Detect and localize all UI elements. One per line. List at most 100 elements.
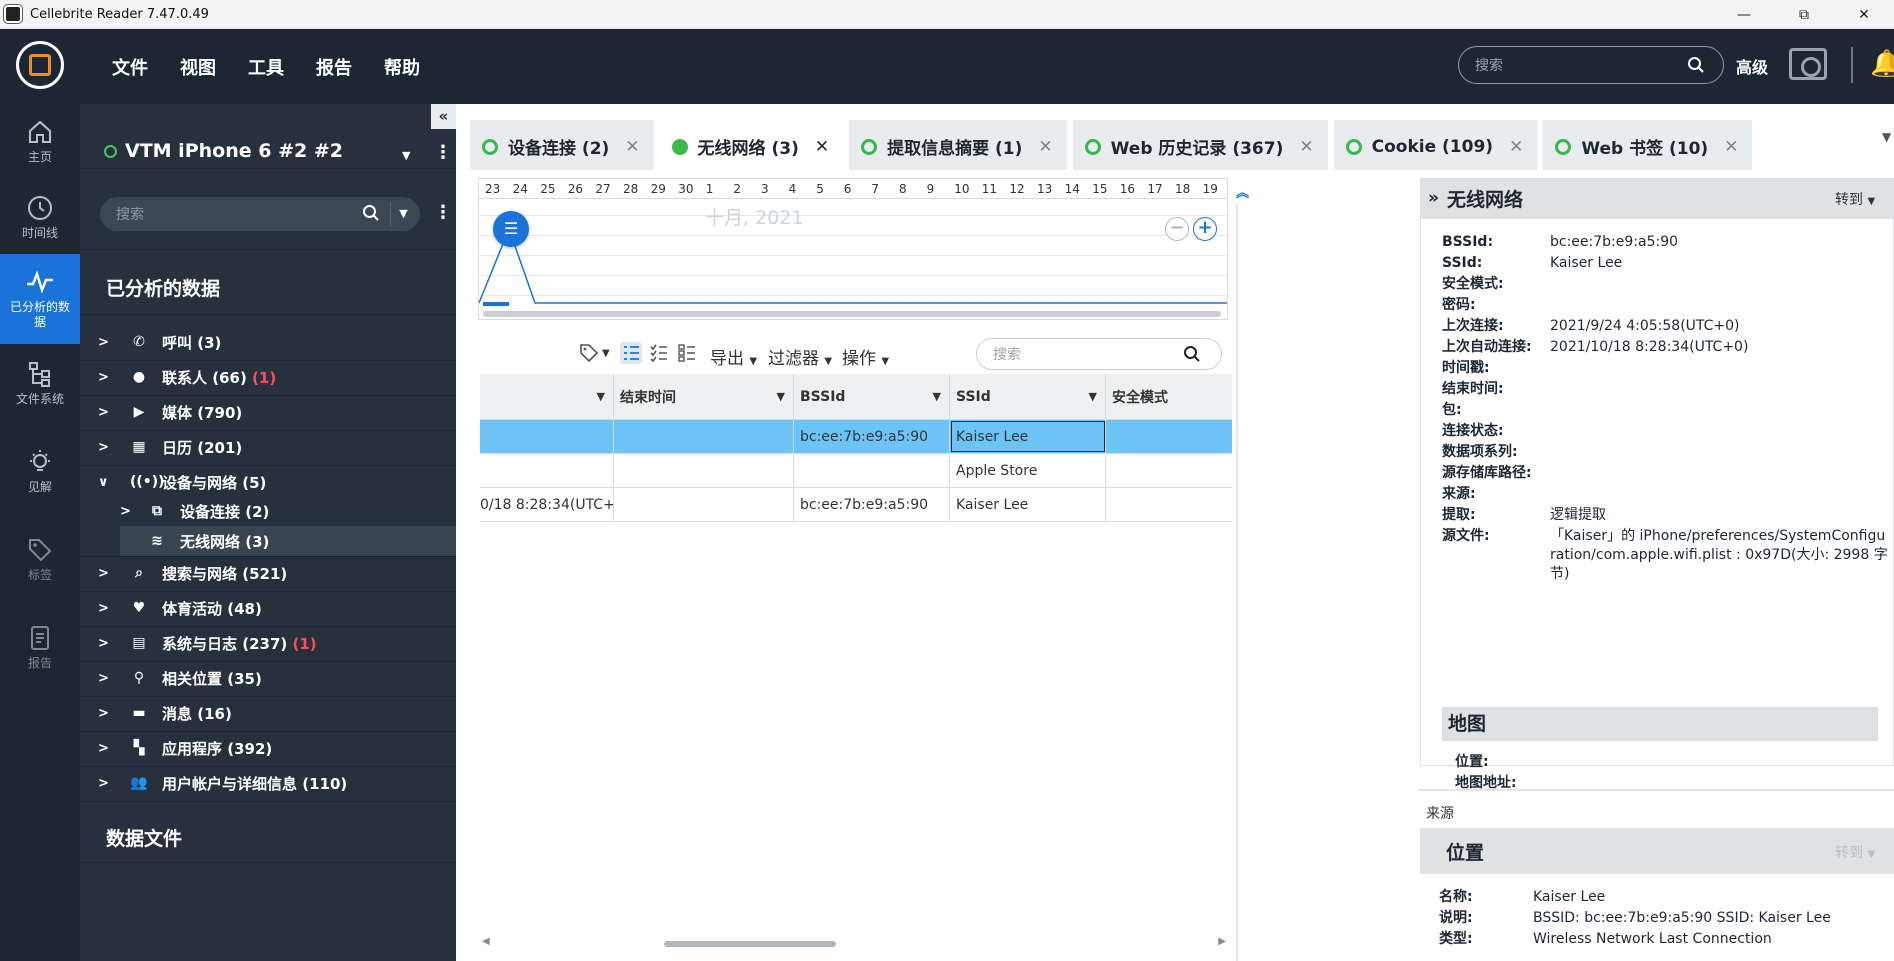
zoom-in-button[interactable]: +	[1193, 217, 1217, 241]
chevron-right-icon[interactable]: >	[98, 440, 109, 455]
export-menu[interactable]: 导出 ▼	[710, 344, 757, 369]
table-cell[interactable]	[614, 454, 794, 487]
scroll-left-icon[interactable]: ◀	[482, 936, 490, 947]
table-cell[interactable]	[794, 454, 950, 487]
tab-cookie[interactable]: Cookie (109) ✕	[1333, 120, 1538, 170]
search-options-dropdown[interactable]: ▼	[390, 202, 416, 226]
tree-item-calls[interactable]: > ✆ 呼叫 (3)	[80, 325, 456, 359]
tab-web-bookmarks[interactable]: Web 书签 (10) ✕	[1543, 120, 1753, 170]
grid-search-input[interactable]: 搜索	[976, 338, 1222, 370]
cellebrite-logo[interactable]	[16, 41, 64, 89]
tab-web-history[interactable]: Web 历史记录 (367) ✕	[1072, 120, 1328, 170]
device-more-icon[interactable]: ⋮	[434, 142, 452, 163]
tab-extraction-summary[interactable]: 提取信息摘要 (1) ✕	[849, 120, 1067, 170]
checklist-icon[interactable]	[620, 342, 642, 364]
panel-splitter[interactable]	[1236, 204, 1238, 961]
chevron-right-icon[interactable]: >	[98, 706, 109, 721]
table-cell[interactable]	[480, 454, 614, 487]
chevron-right-icon[interactable]: >	[98, 370, 109, 385]
column-menu-icon[interactable]: ▼	[933, 390, 941, 403]
table-cell[interactable]	[480, 420, 614, 453]
filter-menu[interactable]: 过滤器 ▼	[768, 344, 832, 369]
chevron-right-icon[interactable]: >	[120, 504, 131, 519]
uncheck-all-icon[interactable]	[676, 342, 698, 364]
actions-menu[interactable]: 操作 ▼	[842, 344, 889, 369]
close-tab-icon[interactable]: ✕	[815, 137, 829, 157]
nav-analyzed-data[interactable]: 已分析的数据	[0, 254, 80, 344]
column-header-ssid[interactable]: SSId ▼	[950, 374, 1106, 419]
tree-item-apps[interactable]: > ▚ 应用程序 (392)	[80, 731, 456, 765]
chevron-right-icon[interactable]: >	[98, 601, 109, 616]
tag-dropdown-icon[interactable]: ▼	[602, 348, 610, 359]
table-cell-focused[interactable]: Kaiser Lee	[950, 420, 1106, 453]
chevron-right-icon[interactable]: >	[98, 566, 109, 581]
tree-more-icon[interactable]: ⋮	[434, 202, 452, 223]
maximize-button[interactable]: ⧉	[1774, 0, 1834, 29]
column-header-security-mode[interactable]: 安全模式	[1106, 374, 1232, 419]
tree-item-media[interactable]: > ▶ 媒体 (790)	[80, 395, 456, 429]
column-header-bssid[interactable]: BSSId ▼	[794, 374, 950, 419]
table-cell[interactable]	[614, 488, 794, 521]
camera-icon[interactable]	[1789, 48, 1827, 80]
menu-help[interactable]: 帮助	[368, 54, 436, 80]
device-selector[interactable]: VTM iPhone 6 #2 #2	[104, 140, 343, 162]
column-header[interactable]: ▼	[480, 374, 614, 419]
table-row[interactable]: bc:ee:7b:e9:a5:90 Kaiser Lee	[480, 420, 1232, 454]
menu-tools[interactable]: 工具	[232, 54, 300, 80]
tab-device-connections[interactable]: 设备连接 (2) ✕	[470, 120, 654, 170]
tree-item-calendar[interactable]: > ▦ 日历 (201)	[80, 430, 456, 464]
chevron-right-icon[interactable]: >	[98, 636, 109, 651]
table-cell[interactable]: Apple Store	[950, 454, 1106, 487]
close-button[interactable]: ✕	[1834, 0, 1894, 29]
goto-menu[interactable]: 转到 ▼	[1835, 189, 1875, 209]
menu-report[interactable]: 报告	[300, 54, 368, 80]
tree-item-messages[interactable]: > ▬ 消息 (16)	[80, 696, 456, 730]
chevron-down-icon[interactable]: ∨	[98, 475, 109, 490]
tree-item-device-connections[interactable]: > ⧉ 设备连接 (2)	[80, 496, 456, 526]
table-row[interactable]: Apple Store	[480, 454, 1232, 488]
table-cell[interactable]: bc:ee:7b:e9:a5:90	[794, 420, 950, 453]
table-row[interactable]: 0/18 8:28:34(UTC+0) bc:ee:7b:e9:a5:90 Ka…	[480, 488, 1232, 522]
check-all-icon[interactable]	[648, 342, 670, 364]
scroll-right-icon[interactable]: ▶	[1218, 936, 1226, 947]
close-tab-icon[interactable]: ✕	[1509, 137, 1523, 157]
nav-report[interactable]: 报告	[0, 610, 80, 698]
table-cell[interactable]: Kaiser Lee	[950, 488, 1106, 521]
column-menu-icon[interactable]: ▼	[777, 390, 785, 403]
table-cell[interactable]	[1106, 454, 1232, 487]
table-cell[interactable]: bc:ee:7b:e9:a5:90	[794, 488, 950, 521]
chevron-right-icon[interactable]: >	[98, 405, 109, 420]
table-cell[interactable]	[1106, 488, 1232, 521]
tree-item-devices-network[interactable]: ∨ ((•)) 设备与网络 (5)	[80, 465, 456, 499]
table-cell[interactable]: 0/18 8:28:34(UTC+0)	[480, 488, 614, 521]
timeline-scrollbar[interactable]	[483, 311, 1221, 317]
chevron-right-icon[interactable]: >	[98, 335, 109, 350]
column-menu-icon[interactable]: ▼	[597, 390, 605, 403]
tree-item-locations[interactable]: > ⚲ 相关位置 (35)	[80, 661, 456, 695]
close-tab-icon[interactable]: ✕	[1724, 137, 1738, 157]
minimize-button[interactable]: —	[1714, 0, 1774, 29]
tree-item-fitness[interactable]: > ♥ 体育活动 (48)	[80, 591, 456, 625]
global-search-input[interactable]: 搜索	[1458, 46, 1724, 84]
tree-item-search-network[interactable]: > ⌕ 搜索与网络 (521)	[80, 556, 456, 590]
list-icon[interactable]: ☰	[493, 211, 529, 247]
advanced-search-link[interactable]: 高级	[1736, 54, 1768, 78]
collapse-sidebar-button[interactable]: «	[431, 104, 456, 129]
scrollbar-thumb[interactable]	[664, 941, 836, 947]
nav-tags[interactable]: 标签	[0, 522, 80, 610]
table-cell[interactable]	[1106, 420, 1232, 453]
chevron-right-icon[interactable]: >	[98, 741, 109, 756]
table-cell[interactable]	[614, 420, 794, 453]
chevron-down-icon[interactable]: ▼	[402, 149, 410, 162]
tag-icon[interactable]	[578, 342, 600, 364]
chevron-right-icon[interactable]: >	[98, 776, 109, 791]
column-menu-icon[interactable]: ▼	[1089, 390, 1097, 403]
table-horizontal-scrollbar[interactable]: ◀ ▶	[482, 936, 1226, 948]
zoom-out-button[interactable]: −	[1165, 217, 1189, 241]
nav-filesystem[interactable]: 文件系统	[0, 346, 80, 434]
column-header-end-time[interactable]: 结束时间 ▼	[614, 374, 794, 419]
tree-item-wireless-networks[interactable]: ≋ 无线网络 (3)	[120, 526, 456, 556]
timeline-chart[interactable]: 23 24 25 26 27 28 29 30 1 2 3 4 5 6 7 8 9 10 11 12 13 14 15 16 1…	[478, 178, 1228, 320]
tree-search-input[interactable]: 搜索 ▼	[100, 197, 420, 231]
double-chevron-right-icon[interactable]: »	[1428, 188, 1439, 208]
